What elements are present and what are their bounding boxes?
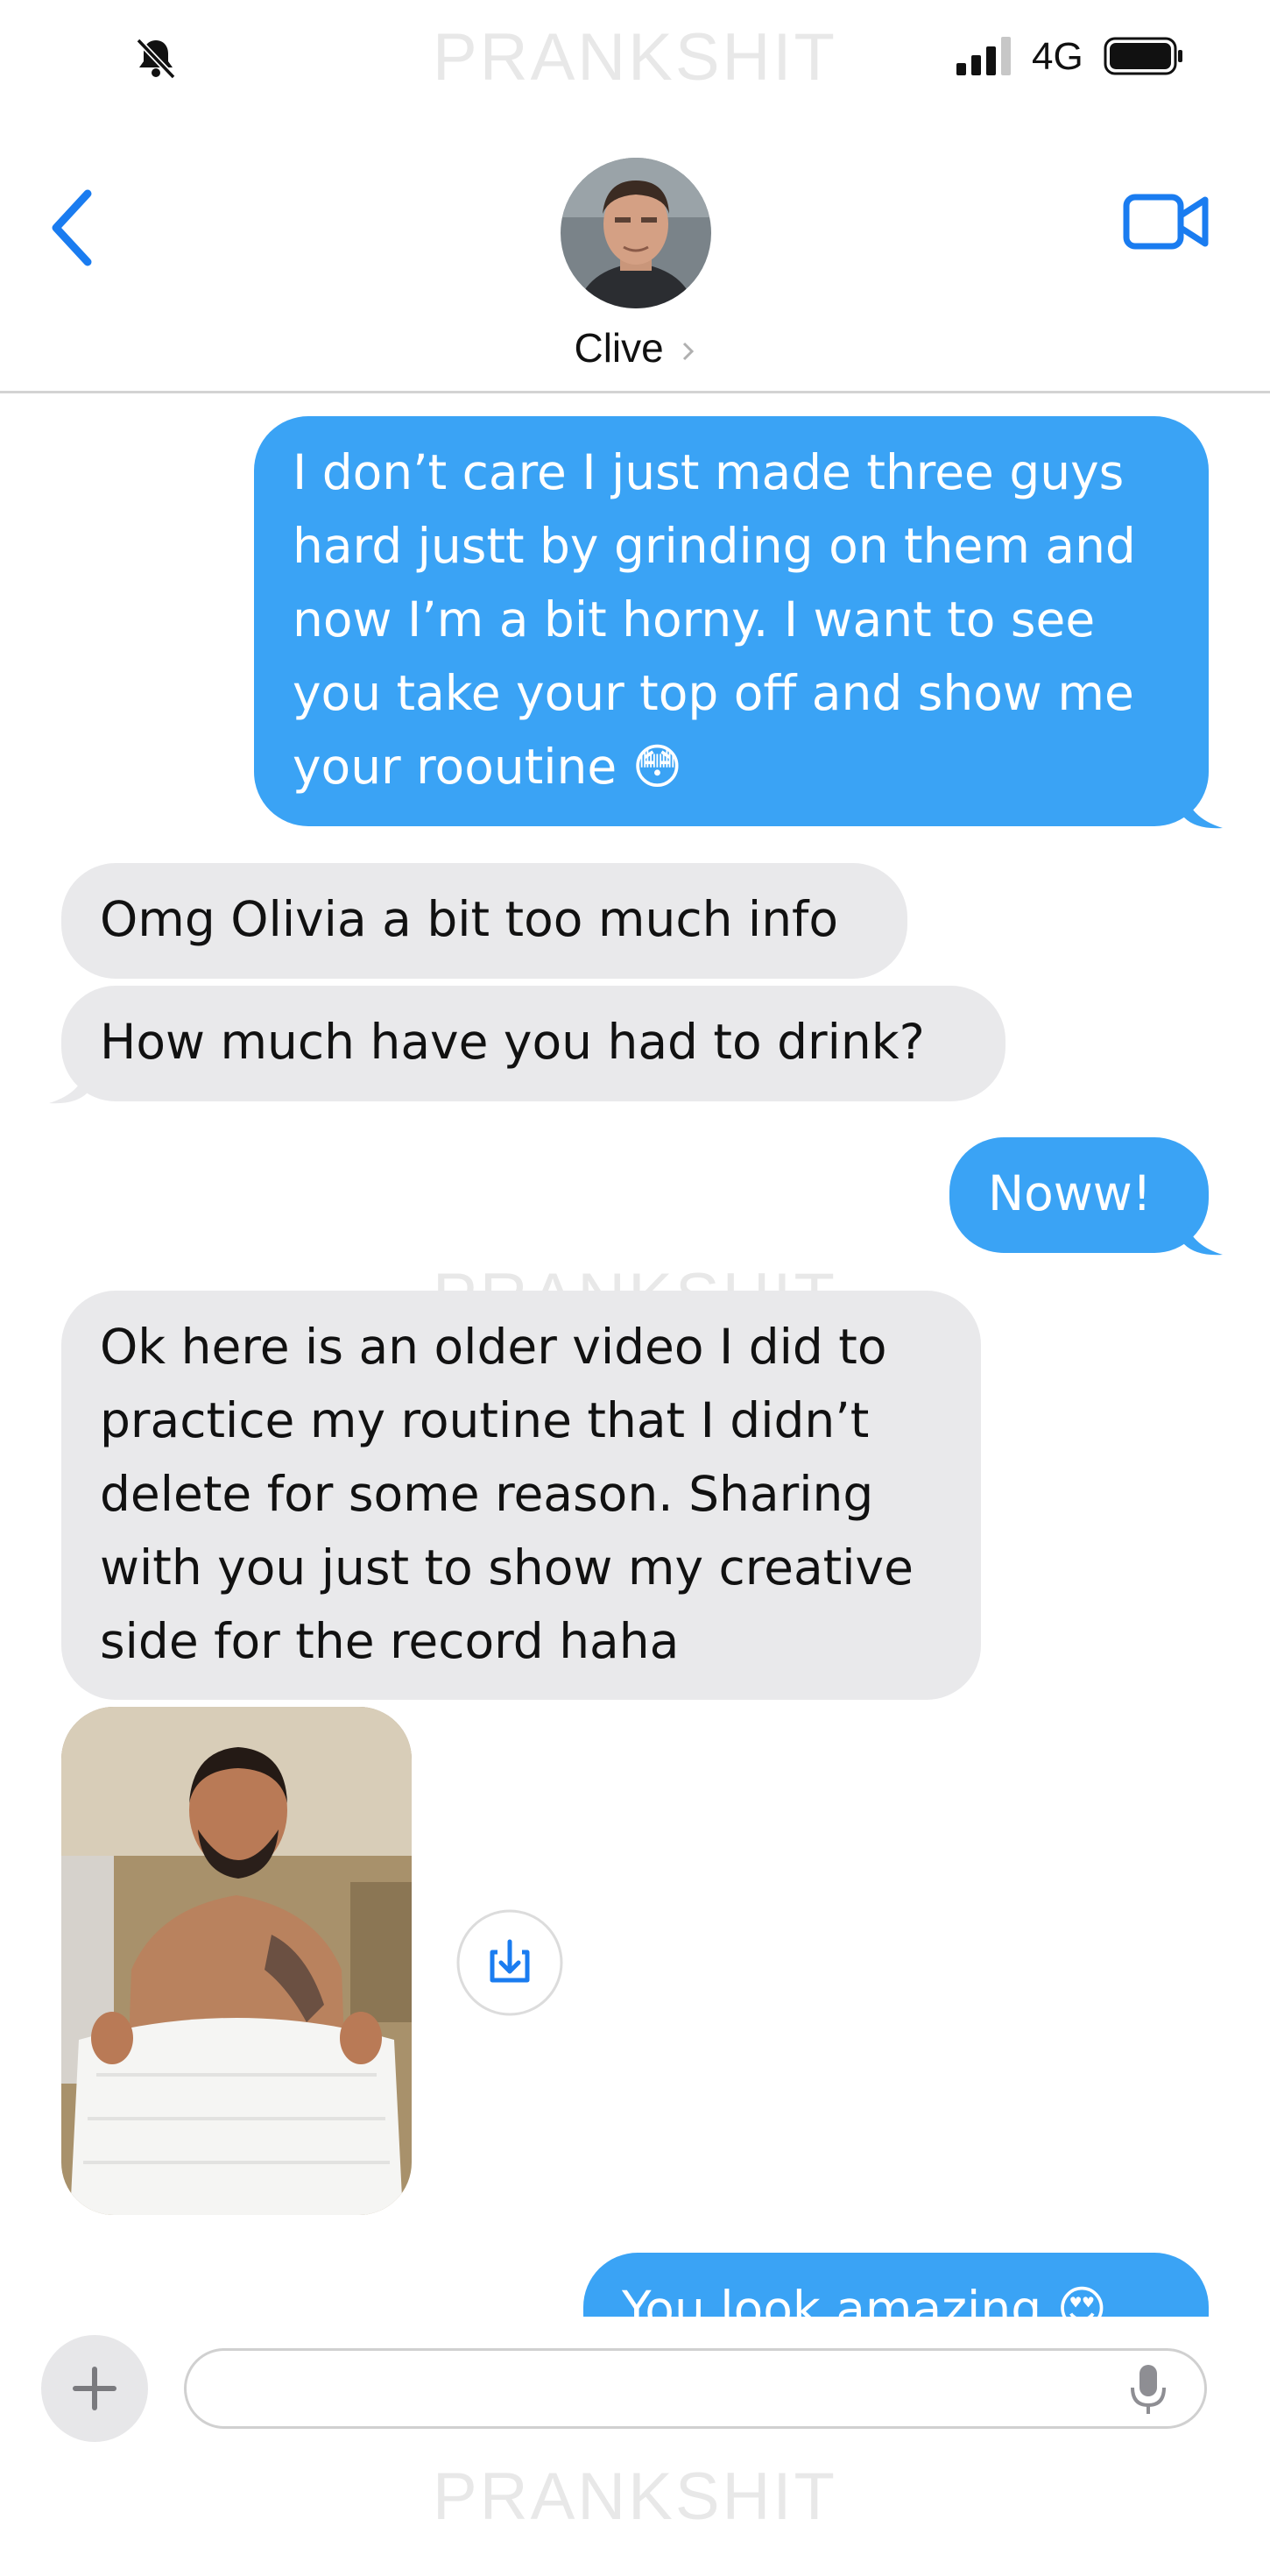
incoming-message[interactable]: How much have you had to drink? bbox=[61, 986, 1005, 1101]
message-input[interactable] bbox=[184, 2348, 1207, 2429]
contact-name: Clive bbox=[574, 325, 664, 371]
compose-bar: PRANKSHIT bbox=[0, 2322, 1270, 2576]
microphone-icon[interactable] bbox=[1129, 2363, 1168, 2416]
battery-icon bbox=[1104, 37, 1182, 75]
conversation-header: Clive bbox=[0, 114, 1270, 393]
incoming-message[interactable]: Omg Olivia a bit too much info bbox=[61, 863, 907, 979]
bubble-tail bbox=[49, 1063, 88, 1104]
outgoing-message[interactable]: I don’t care I just made three guys hard… bbox=[254, 416, 1209, 826]
outgoing-message[interactable]: You look amazing 😍 bbox=[583, 2253, 1209, 2317]
incoming-message[interactable]: Ok here is an older video I did to pract… bbox=[61, 1291, 981, 1700]
outgoing-message[interactable]: Noww! bbox=[949, 1137, 1209, 1253]
contact-name-button[interactable]: Clive bbox=[0, 324, 1270, 372]
video-thumbnail[interactable] bbox=[61, 1707, 412, 2215]
video-call-icon[interactable] bbox=[1123, 193, 1210, 251]
status-bar: PRANKSHIT 4G bbox=[0, 0, 1270, 114]
signal-icon bbox=[956, 37, 1011, 75]
chevron-right-icon bbox=[682, 342, 694, 360]
back-chevron-icon[interactable] bbox=[47, 188, 96, 267]
message-list[interactable]: I don’t care I just made three guys hard… bbox=[0, 393, 1270, 2317]
watermark: PRANKSHIT bbox=[433, 2459, 837, 2534]
contact-avatar[interactable] bbox=[559, 156, 713, 310]
add-attachment-button[interactable] bbox=[40, 2334, 149, 2443]
bubble-tail bbox=[1184, 1214, 1223, 1256]
save-video-button[interactable] bbox=[455, 1908, 564, 2017]
bubble-tail bbox=[1184, 788, 1223, 829]
network-type: 4G bbox=[1032, 35, 1083, 78]
